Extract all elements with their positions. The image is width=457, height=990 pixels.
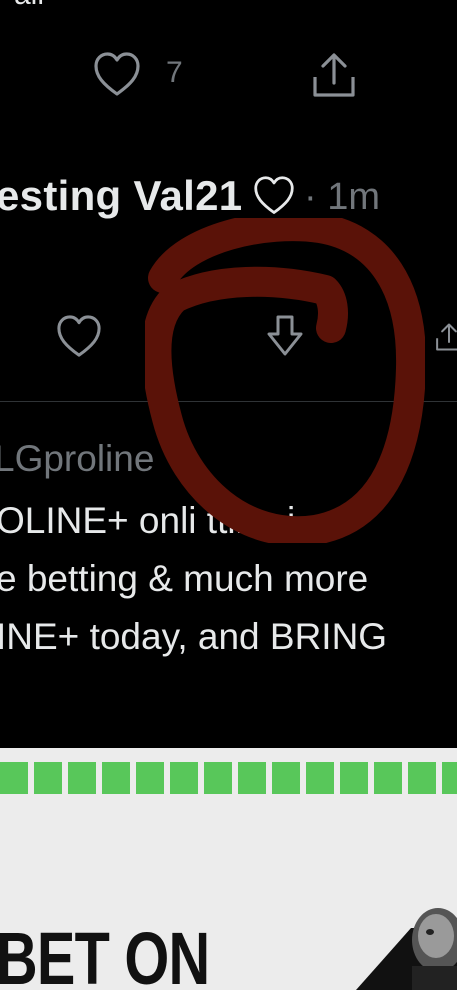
ad-strip-square [170, 762, 198, 794]
ad-strip-square [272, 762, 300, 794]
name-heart-icon [253, 176, 295, 221]
ad-strip-square [102, 762, 130, 794]
previous-tweet-text: all [14, 0, 44, 12]
ad-headline: BET ON [0, 917, 210, 990]
tweet-display-name[interactable]: esting Val21 [0, 172, 242, 220]
ad-strip-square [238, 762, 266, 794]
tweet-share-button[interactable] [434, 312, 457, 362]
ad-strip-square [374, 762, 402, 794]
ad-accent-strip [0, 762, 457, 794]
tweet-timestamp[interactable]: 1m [327, 176, 380, 218]
tweet-meta: · 1m [304, 176, 380, 219]
athlete-image [356, 908, 457, 990]
ad-strip-square [34, 762, 62, 794]
like-count: 7 [166, 56, 183, 89]
share-icon [313, 53, 355, 97]
ad-strip-square [442, 762, 457, 794]
ad-strip-square [0, 762, 28, 794]
ad-card[interactable]: BET ON [0, 748, 457, 990]
ad-strip-square [136, 762, 164, 794]
ad-strip-square [306, 762, 334, 794]
promoted-body-line-3: INE+ today, and BRING [0, 616, 388, 657]
promoted-handle[interactable]: LGproline [0, 438, 154, 480]
share-button[interactable] [308, 50, 360, 100]
annotation-circle [145, 218, 425, 543]
like-button[interactable] [92, 50, 142, 100]
download-arrow-icon [267, 315, 303, 356]
ad-strip-square [68, 762, 96, 794]
meta-separator: · [304, 176, 317, 218]
ad-strip-square [204, 762, 232, 794]
ad-strip-square [340, 762, 368, 794]
ad-strip-square [408, 762, 436, 794]
promoted-body-line-1: OLINE+ onli tting i [0, 500, 296, 541]
heart-icon [94, 52, 140, 96]
tweet-like-button[interactable] [54, 313, 104, 361]
heart-icon [57, 315, 101, 357]
promoted-body-line-2: e betting & much more [0, 558, 369, 599]
tweet-divider [0, 401, 457, 402]
download-button[interactable] [260, 312, 310, 362]
share-icon [436, 323, 457, 351]
